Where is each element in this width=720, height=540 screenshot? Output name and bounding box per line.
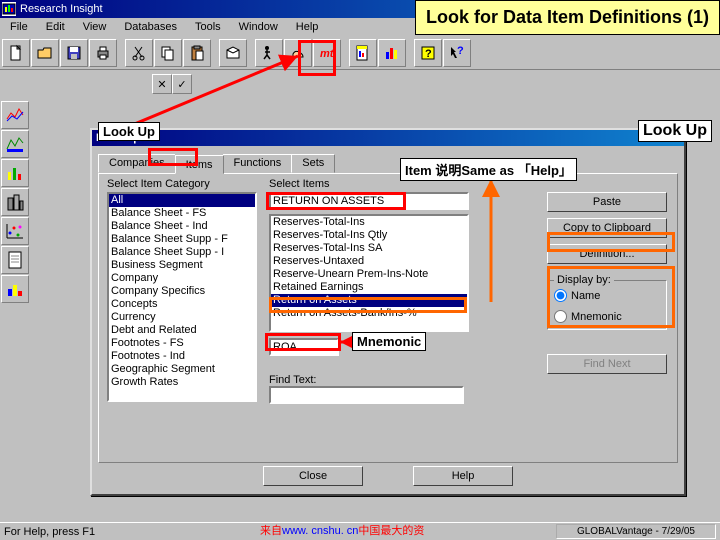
tab-functions[interactable]: Functions [223, 154, 293, 173]
accept-check-icon[interactable]: ✓ [172, 74, 192, 94]
list-item[interactable]: Reserve-Unearn Prem-Ins-Note [271, 268, 467, 281]
radio-mnemonic-input[interactable] [554, 310, 567, 323]
menu-edit[interactable]: Edit [38, 20, 73, 34]
list-item[interactable]: Retained Earnings [271, 281, 467, 294]
side-bar3d-icon[interactable] [1, 159, 29, 187]
list-item[interactable]: Company [109, 272, 255, 285]
save-icon[interactable] [60, 39, 88, 67]
display-by-label: Display by: [554, 274, 614, 286]
side-buildings-icon[interactable] [1, 188, 29, 216]
list-item[interactable]: Growth Rates [109, 376, 255, 389]
list-item[interactable]: Debt and Related [109, 324, 255, 337]
list-item[interactable]: Concepts [109, 298, 255, 311]
menu-view[interactable]: View [75, 20, 115, 34]
definition-button[interactable]: Definition... [547, 244, 667, 264]
category-label: Select Item Category [107, 178, 257, 190]
selected-item-textbox[interactable]: RETURN ON ASSETS [269, 192, 469, 210]
side-bar2-icon[interactable] [1, 275, 29, 303]
report-icon[interactable] [349, 39, 377, 67]
find-label: Find Text: [269, 374, 317, 386]
cut-icon[interactable] [125, 39, 153, 67]
list-item[interactable]: Balance Sheet - FS [109, 207, 255, 220]
open-icon[interactable] [31, 39, 59, 67]
status-db: GLOBALVantage - 7/29/05 [556, 524, 716, 539]
side-stock-icon[interactable] [1, 130, 29, 158]
list-item[interactable]: Reserves-Total-Ins [271, 216, 467, 229]
tab-sets[interactable]: Sets [291, 154, 335, 173]
help-topic-icon[interactable]: ? [414, 39, 442, 67]
list-item[interactable]: Currency [109, 311, 255, 324]
svg-text:?: ? [425, 48, 432, 60]
help-button[interactable]: Help [413, 466, 513, 486]
list-item[interactable]: Footnotes - FS [109, 337, 255, 350]
find-next-button[interactable]: Find Next [547, 354, 667, 374]
dialog-tabs: Companies Items Functions Sets [98, 154, 678, 173]
copy-icon[interactable] [154, 39, 182, 67]
main-toolbar: mt ? ? [0, 36, 720, 70]
items-listbox[interactable]: Reserves-Total-Ins Reserves-Total-Ins Qt… [269, 214, 469, 332]
note-lookup-right: Look Up [638, 120, 712, 142]
side-toolbar [0, 100, 32, 304]
paste-button[interactable]: Paste [547, 192, 667, 212]
menu-window[interactable]: Window [231, 20, 286, 34]
footer-watermark: 来自www. cnshu. cn中国最大的资 [260, 521, 424, 538]
bar-chart-icon[interactable] [378, 39, 406, 67]
tab-companies[interactable]: Companies [98, 154, 176, 173]
menu-file[interactable]: File [2, 20, 36, 34]
menu-tools[interactable]: Tools [187, 20, 229, 34]
lookup-dialog: Look Up Companies Items Functions Sets S… [90, 128, 686, 496]
list-item[interactable]: Balance Sheet Supp - I [109, 246, 255, 259]
list-item[interactable]: Geographic Segment [109, 363, 255, 376]
display-by-group: Display by: Name Mnemonic [547, 280, 667, 330]
app-title: Research Insight [20, 3, 103, 15]
svg-text:?: ? [457, 45, 464, 57]
status-help: For Help, press F1 [4, 526, 95, 538]
lookup-icon[interactable] [219, 39, 247, 67]
print-icon[interactable] [89, 39, 117, 67]
formula-bar: ✕ ✓ [0, 70, 720, 98]
list-item[interactable]: Reserves-Total-Ins SA [271, 242, 467, 255]
note-item-help: Item 说明Same as 「Help」 [400, 158, 577, 181]
list-item[interactable]: All [109, 194, 255, 207]
radio-mnemonic[interactable]: Mnemonic [554, 310, 660, 323]
list-item[interactable]: Return on Assets [271, 294, 467, 307]
list-item[interactable]: Return on Assets-Bank/Ins-% [271, 307, 467, 320]
menu-databases[interactable]: Databases [116, 20, 185, 34]
side-scatter-icon[interactable] [1, 217, 29, 245]
list-item[interactable]: Footnotes - Ind [109, 350, 255, 363]
app-icon [2, 2, 16, 16]
assistant-icon[interactable] [284, 39, 312, 67]
svg-text:mt: mt [320, 48, 335, 60]
side-chart1-icon[interactable] [1, 101, 29, 129]
paste-icon[interactable] [183, 39, 211, 67]
category-listbox[interactable]: All Balance Sheet - FS Balance Sheet - I… [107, 192, 257, 402]
radio-name[interactable]: Name [554, 289, 660, 302]
list-item[interactable]: Company Specifics [109, 285, 255, 298]
cancel-x-icon[interactable]: ✕ [152, 74, 172, 94]
menu-help[interactable]: Help [288, 20, 327, 34]
tab-panel: Select Item Category All Balance Sheet -… [98, 173, 678, 463]
note-mnemonic: Mnemonic [352, 332, 426, 351]
tab-items[interactable]: Items [175, 155, 224, 174]
new-icon[interactable] [2, 39, 30, 67]
dialog-title: Look Up [92, 130, 684, 146]
find-text-input[interactable] [269, 386, 464, 404]
radio-name-input[interactable] [554, 289, 567, 302]
slide-title: Look for Data Item Definitions (1) [415, 0, 720, 35]
note-lookup-left: Look Up [98, 122, 160, 141]
list-item[interactable]: Balance Sheet Supp - F [109, 233, 255, 246]
close-button[interactable]: Close [263, 466, 363, 486]
copy-clipboard-button[interactable]: Copy to Clipboard [547, 218, 667, 238]
list-item[interactable]: Balance Sheet - Ind [109, 220, 255, 233]
list-item[interactable]: Business Segment [109, 259, 255, 272]
list-item[interactable]: Reserves-Untaxed [271, 255, 467, 268]
red-chart-icon[interactable]: mt [313, 39, 341, 67]
list-item[interactable]: Reserves-Total-Ins Qtly [271, 229, 467, 242]
run-icon[interactable] [255, 39, 283, 67]
whats-this-icon[interactable]: ? [443, 39, 471, 67]
side-report-icon[interactable] [1, 246, 29, 274]
mnemonic-textbox[interactable]: ROA [269, 338, 339, 356]
